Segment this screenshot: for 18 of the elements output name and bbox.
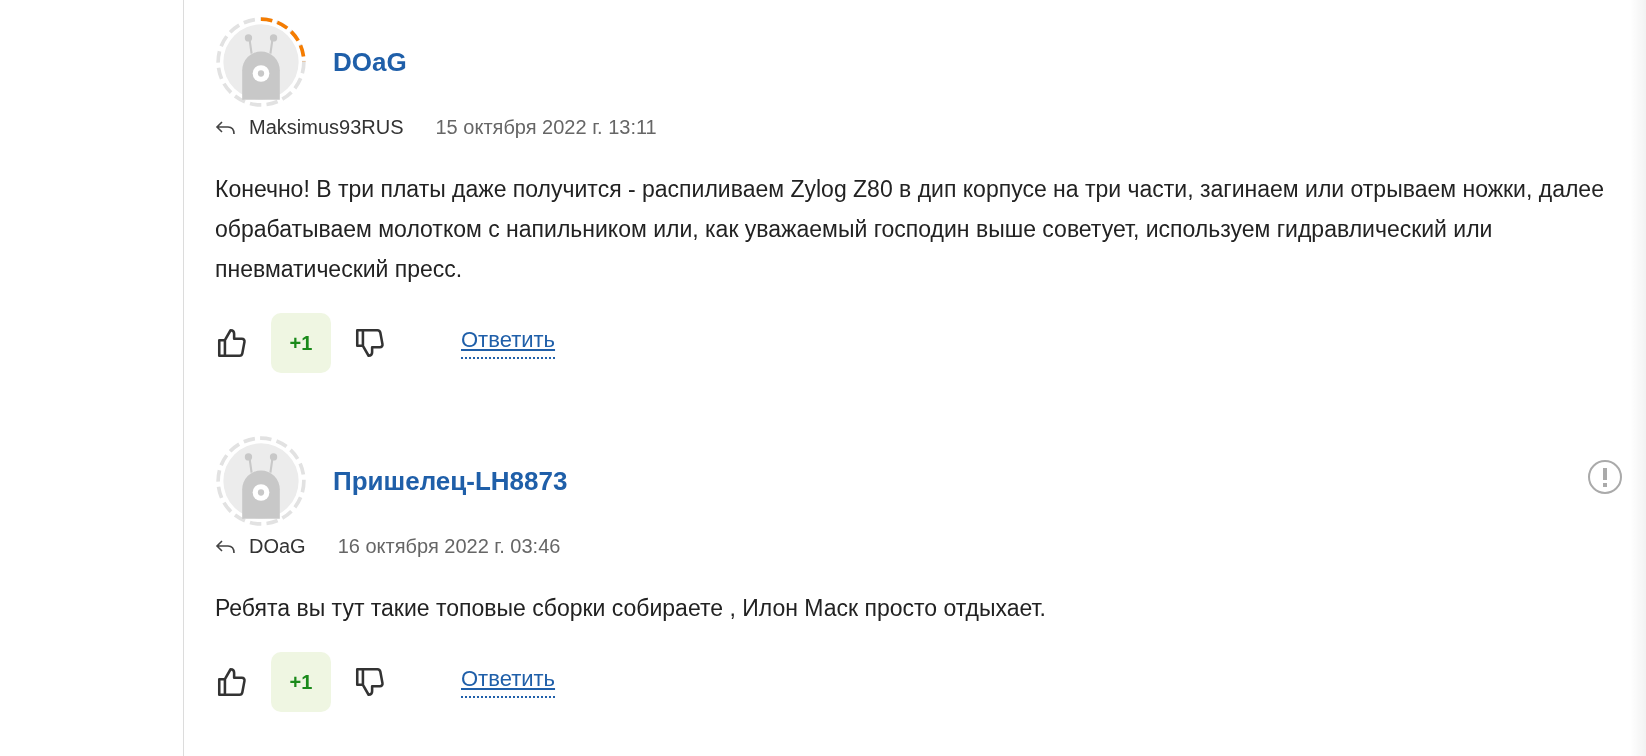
- vote-score: +1: [271, 313, 331, 373]
- thumbs-down-icon[interactable]: [353, 665, 387, 699]
- reply-link[interactable]: Ответить: [461, 327, 556, 359]
- reply-arrow-icon: [215, 538, 237, 555]
- reply-arrow-icon: [215, 119, 237, 136]
- comment-date: 16 октября 2022 г. 03:46: [337, 535, 561, 558]
- thumbs-up-icon[interactable]: [215, 665, 249, 699]
- thumbs-down-icon[interactable]: [353, 326, 387, 360]
- comment-text: Ребята вы тут такие топовые сборки собираете , Илон Маск просто отдыхает.: [215, 594, 1047, 623]
- author-link[interactable]: DOaG: [333, 46, 407, 78]
- reply-link[interactable]: Ответить: [461, 666, 556, 698]
- comment-date: 15 октября 2022 г. 13:11: [435, 116, 657, 139]
- comment-text: Конечно! В три платы даже получится - распиливаем Zylog Z80 в дип корпусе на три части, загинаем или отрываем ножки, далее обрабатываем молотком с напильником или, как уважаемый господин выше советует, используем гидравлический или пневматический пресс.: [215, 175, 1605, 284]
- vote-score: +1: [271, 652, 331, 712]
- thumbs-up-icon[interactable]: [215, 326, 249, 360]
- reply-to-user[interactable]: Maksimus93RUS: [249, 116, 404, 139]
- reply-to-user[interactable]: DOaG: [249, 535, 306, 558]
- author-link[interactable]: Пришелец-LH8873: [333, 465, 568, 497]
